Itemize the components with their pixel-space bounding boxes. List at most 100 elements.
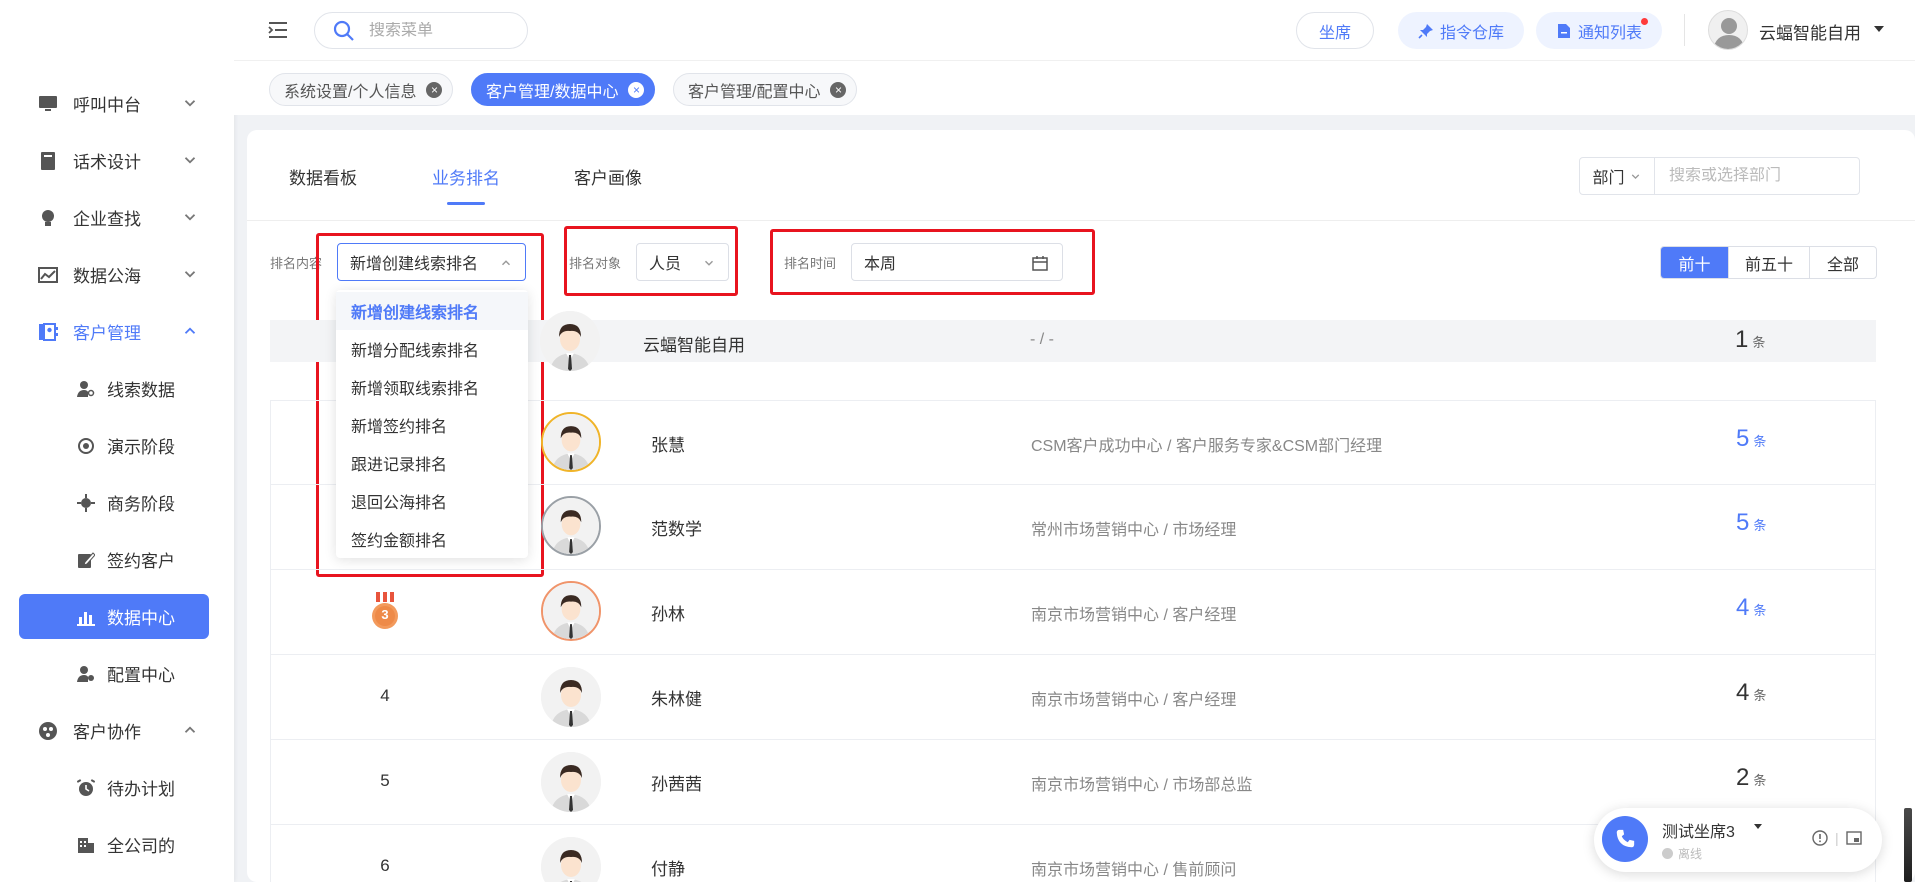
softphone-seat-name[interactable]: 测试坐席3 (1662, 818, 1735, 842)
close-icon[interactable]: × (628, 81, 645, 98)
sidebar-item-lead-data[interactable]: 线索数据 (19, 366, 209, 411)
divider (247, 220, 1915, 221)
rank-content-label: 排名内容 (270, 256, 323, 271)
book-icon (37, 150, 59, 172)
table-row: 3 孙林 南京市场营销中心 / 客户经理 4条 (270, 570, 1876, 655)
all-button[interactable]: 全部 (1809, 247, 1876, 278)
rank-time-value: 本周 (864, 256, 897, 273)
tab-data-dashboard[interactable]: 数据看板 (289, 164, 357, 189)
summary-count: 1条 (1735, 326, 1766, 353)
row-count[interactable]: 4条 (1736, 679, 1766, 707)
top-fifty-button[interactable]: 前五十 (1728, 247, 1809, 278)
notice-list-button[interactable]: 通知列表 (1536, 12, 1662, 49)
info-icon[interactable] (1812, 830, 1828, 846)
calendar-icon (1032, 256, 1048, 271)
building-icon (77, 836, 95, 854)
rank-content-select[interactable]: 新增创建线索排名 (337, 243, 526, 281)
sidebar-item-data-center[interactable]: 数据中心 (19, 594, 209, 639)
menu-search[interactable] (314, 12, 528, 49)
page-tab-data-center[interactable]: 客户管理/数据中心 × (471, 73, 656, 106)
close-icon[interactable]: × (830, 81, 847, 98)
seat-label: 坐席 (1318, 24, 1351, 42)
sidebar-item-signed-customers[interactable]: 签约客户 (19, 537, 209, 582)
team-icon (37, 720, 59, 742)
phone-icon[interactable] (1602, 816, 1648, 862)
status-label: 离线 (1678, 847, 1703, 861)
row-name: 张慧 (651, 436, 685, 455)
sidebar-item-demo-stage[interactable]: 演示阶段 (19, 423, 209, 468)
tab-business-ranking[interactable]: 业务排名 (432, 164, 500, 189)
sidebar-item-company-search[interactable]: 企业查找 (19, 195, 209, 240)
rank-target-value: 人员 (649, 256, 682, 273)
page-tab-label: 客户管理/数据中心 (486, 83, 619, 101)
header-divider (1684, 14, 1685, 46)
sidebar-item-label: 企业查找 (73, 210, 141, 229)
dropdown-option[interactable]: 新增签约排名 (336, 406, 528, 444)
department-type-select[interactable]: 部门 (1580, 158, 1655, 194)
page-tab-config-center[interactable]: 客户管理/配置中心 × (673, 73, 858, 106)
window-icon[interactable] (1845, 830, 1862, 846)
user-name[interactable]: 云蝠智能自用 (1759, 19, 1861, 44)
sidebar-item-label: 呼叫中台 (73, 96, 141, 115)
row-count[interactable]: 2条 (1736, 764, 1766, 792)
avatar (541, 496, 601, 556)
alarm-icon (77, 778, 95, 797)
row-count[interactable]: 5条 (1736, 509, 1766, 537)
sidebar-item-data-pool[interactable]: 数据公海 (19, 252, 209, 297)
contact-card-icon (37, 321, 59, 343)
sidebar-item-todo-plan[interactable]: 待办计划 (19, 765, 209, 810)
search-input[interactable] (369, 21, 519, 40)
dropdown-option[interactable]: 退回公海排名 (336, 482, 528, 520)
caret-down-icon[interactable] (1872, 22, 1886, 36)
sidebar-item-whole-company[interactable]: 全公司的 (19, 822, 209, 867)
status-dot (1662, 848, 1673, 859)
row-dept: 南京市场营销中心 / 售前顾问 (1031, 862, 1237, 879)
crosshair-icon (77, 493, 95, 512)
sidebar-item-business-stage[interactable]: 商务阶段 (19, 480, 209, 525)
chevron-down-icon (181, 265, 199, 283)
tool-separator: | (1835, 830, 1839, 846)
user-avatar[interactable] (1708, 10, 1748, 50)
dropdown-option[interactable]: 签约金额排名 (336, 520, 528, 558)
dropdown-option[interactable]: 跟进记录排名 (336, 444, 528, 482)
row-count[interactable]: 5条 (1736, 425, 1766, 453)
command-repo-button[interactable]: 指令仓库 (1398, 12, 1524, 49)
rank-target-label: 排名对象 (569, 256, 622, 271)
sidebar-item-script-design[interactable]: 话术设计 (19, 138, 209, 183)
sidebar-item-label: 数据公海 (73, 267, 141, 286)
dropdown-option[interactable]: 新增分配线索排名 (336, 330, 528, 368)
notification-dot (1641, 18, 1648, 25)
sidebar-item-label: 客户协作 (73, 723, 141, 742)
page-tab-personal-info[interactable]: 系统设置/个人信息 × (269, 73, 454, 106)
user-search-icon (77, 380, 95, 398)
sidebar-item-customer-collab[interactable]: 客户协作 (19, 708, 209, 753)
department-search-input[interactable] (1669, 167, 1849, 185)
caret-down-icon[interactable] (1752, 820, 1764, 832)
dropdown-option[interactable]: 新增领取线索排名 (336, 368, 528, 406)
sidebar-item-label: 配置中心 (107, 666, 175, 685)
page-tab-label: 系统设置/个人信息 (284, 83, 417, 101)
page-tab-label: 客户管理/配置中心 (688, 83, 821, 101)
sidebar: 呼叫中台 话术设计 企业查找 数据公海 客户管理 线索数据 演示阶段 商务阶段 … (0, 0, 234, 882)
row-name: 朱林健 (651, 690, 702, 709)
row-count[interactable]: 4条 (1736, 594, 1766, 622)
bronze-medal-icon: 3 (370, 592, 400, 632)
rank-target-select[interactable]: 人员 (636, 243, 729, 281)
target-icon (77, 437, 95, 455)
sidebar-item-config-center[interactable]: 配置中心 (19, 651, 209, 696)
close-icon[interactable]: × (426, 81, 443, 98)
dropdown-option[interactable]: 新增创建线索排名 (336, 292, 528, 330)
rank-time-picker[interactable]: 本周 (851, 243, 1063, 281)
row-name: 孙林 (651, 605, 685, 624)
sidebar-item-call-center[interactable]: 呼叫中台 (19, 81, 209, 126)
sidebar-item-customer-management[interactable]: 客户管理 (19, 309, 209, 354)
row-dept: CSM客户成功中心 / 客户服务专家&CSM部门经理 (1031, 438, 1383, 455)
tab-customer-portrait[interactable]: 客户画像 (574, 164, 642, 189)
seat-button[interactable]: 坐席 (1296, 12, 1374, 49)
user-gear-icon (77, 665, 95, 683)
chevron-up-icon (499, 256, 513, 270)
top-ten-button[interactable]: 前十 (1661, 247, 1728, 278)
rank-number: 3 (381, 607, 389, 622)
chart-icon (37, 264, 59, 286)
menu-fold-icon[interactable] (266, 18, 290, 42)
